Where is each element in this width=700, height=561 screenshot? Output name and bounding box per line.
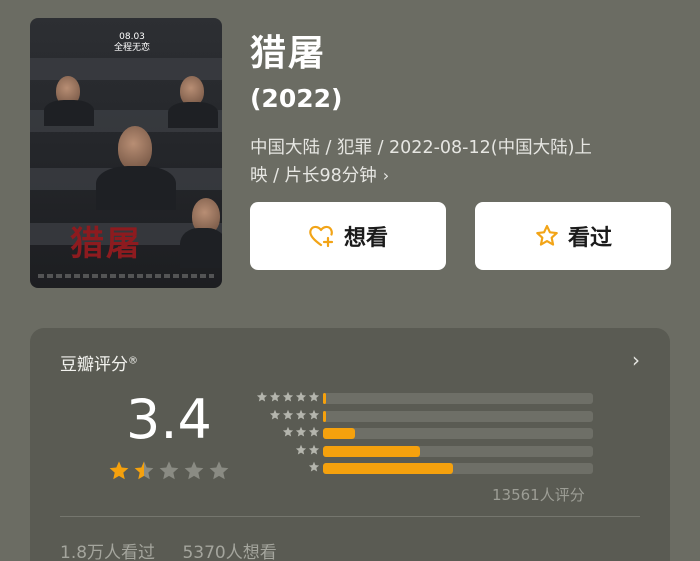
star-small-icon bbox=[269, 409, 281, 419]
star-small-icon bbox=[295, 391, 307, 402]
star-small-icon bbox=[269, 391, 281, 402]
heart-plus-icon bbox=[309, 225, 334, 248]
movie-year: (2022) bbox=[250, 84, 343, 113]
poster-face bbox=[118, 126, 152, 170]
want-count: 5370人想看 bbox=[182, 543, 277, 561]
rating-stars bbox=[108, 460, 233, 482]
want-to-watch-button[interactable]: 想看 bbox=[250, 202, 446, 270]
rating-row-five-star bbox=[245, 391, 625, 405]
watched-button[interactable]: 看过 bbox=[475, 202, 671, 270]
poster-date-text: 08.03 bbox=[119, 32, 145, 42]
poster-title: 猎屠 bbox=[70, 224, 142, 264]
poster-credits bbox=[38, 274, 214, 278]
rating-row-three-star bbox=[245, 426, 625, 440]
rating-row-four-star bbox=[245, 409, 625, 423]
rating-header: 豆瓣评分® bbox=[60, 350, 138, 375]
rating-bar-track bbox=[323, 445, 593, 457]
rating-bar-fill bbox=[323, 463, 453, 474]
rating-card[interactable]: 豆瓣评分® › 3.4 13561人评分 1.8万人看过 5370人想看 bbox=[30, 328, 670, 561]
star-small-icon bbox=[295, 409, 307, 419]
star-small-icon bbox=[256, 391, 268, 402]
rating-bar-fill bbox=[323, 410, 326, 422]
star-small-icon bbox=[282, 426, 294, 437]
rating-bar-fill bbox=[323, 445, 421, 457]
rating-bar-track bbox=[323, 463, 593, 474]
rating-row-stars bbox=[281, 426, 320, 438]
rating-bar-track bbox=[323, 393, 593, 404]
star-small-icon bbox=[282, 391, 294, 402]
movie-meta[interactable]: 中国大陆 / 犯罪 / 2022-08-12(中国大陆)上 映 / 片长98分钟… bbox=[250, 135, 670, 190]
star-small-icon bbox=[308, 444, 320, 454]
rating-score: 3.4 bbox=[126, 388, 212, 451]
poster-figure bbox=[44, 100, 94, 126]
star-small-icon bbox=[295, 444, 307, 454]
poster-figure bbox=[96, 166, 176, 210]
star-small-icon bbox=[308, 426, 320, 437]
rating-bar-fill bbox=[323, 428, 356, 439]
chevron-right-icon[interactable]: › bbox=[632, 348, 640, 372]
movie-poster[interactable]: 08.03 全程无恋 猎屠 bbox=[30, 18, 222, 288]
star-small-icon bbox=[308, 461, 320, 472]
movie-meta-line-2: 映 / 片长98分钟 › bbox=[250, 162, 670, 190]
divider bbox=[60, 516, 640, 517]
star-small-icon bbox=[282, 409, 294, 419]
rating-bar-track bbox=[323, 410, 593, 422]
star-small-icon bbox=[308, 409, 320, 419]
star-filled-icon bbox=[134, 461, 154, 480]
poster-date: 08.03 全程无恋 bbox=[114, 32, 150, 54]
rating-row-stars bbox=[294, 444, 320, 456]
chevron-right-icon: › bbox=[382, 166, 390, 185]
poster-figure bbox=[180, 228, 222, 268]
movie-meta-line-2-text: 映 / 片长98分钟 bbox=[250, 166, 377, 186]
rating-row-stars bbox=[255, 391, 320, 403]
star-small-icon bbox=[308, 391, 320, 402]
star-outline-icon bbox=[536, 224, 558, 246]
registered-mark: ® bbox=[128, 355, 138, 367]
movie-meta-line-1: 中国大陆 / 犯罪 / 2022-08-12(中国大陆)上 bbox=[250, 138, 592, 158]
star-empty-icon bbox=[209, 461, 229, 480]
poster-release-text: 全程无恋 bbox=[114, 43, 151, 53]
watched-label: 看过 bbox=[567, 226, 612, 251]
movie-title: 猎屠 bbox=[250, 33, 327, 74]
seen-count: 1.8万人看过 bbox=[60, 543, 156, 561]
rating-row-two-star bbox=[245, 444, 625, 458]
watch-stats: 1.8万人看过 5370人想看 bbox=[60, 538, 299, 561]
rating-count: 13561人评分 bbox=[492, 486, 585, 504]
rating-row-stars bbox=[307, 461, 320, 473]
star-empty-icon bbox=[184, 461, 204, 480]
star-empty-icon bbox=[159, 461, 179, 480]
rating-bar-track bbox=[323, 428, 593, 439]
rating-header-text: 豆瓣评分 bbox=[60, 355, 128, 375]
rating-row-stars bbox=[268, 409, 320, 421]
star-small-icon bbox=[295, 426, 307, 437]
star-filled-icon bbox=[109, 461, 129, 480]
rating-row-one-star bbox=[245, 461, 625, 475]
rating-bar-fill bbox=[323, 393, 326, 404]
want-to-watch-label: 想看 bbox=[343, 226, 388, 251]
poster-figure bbox=[168, 102, 218, 128]
